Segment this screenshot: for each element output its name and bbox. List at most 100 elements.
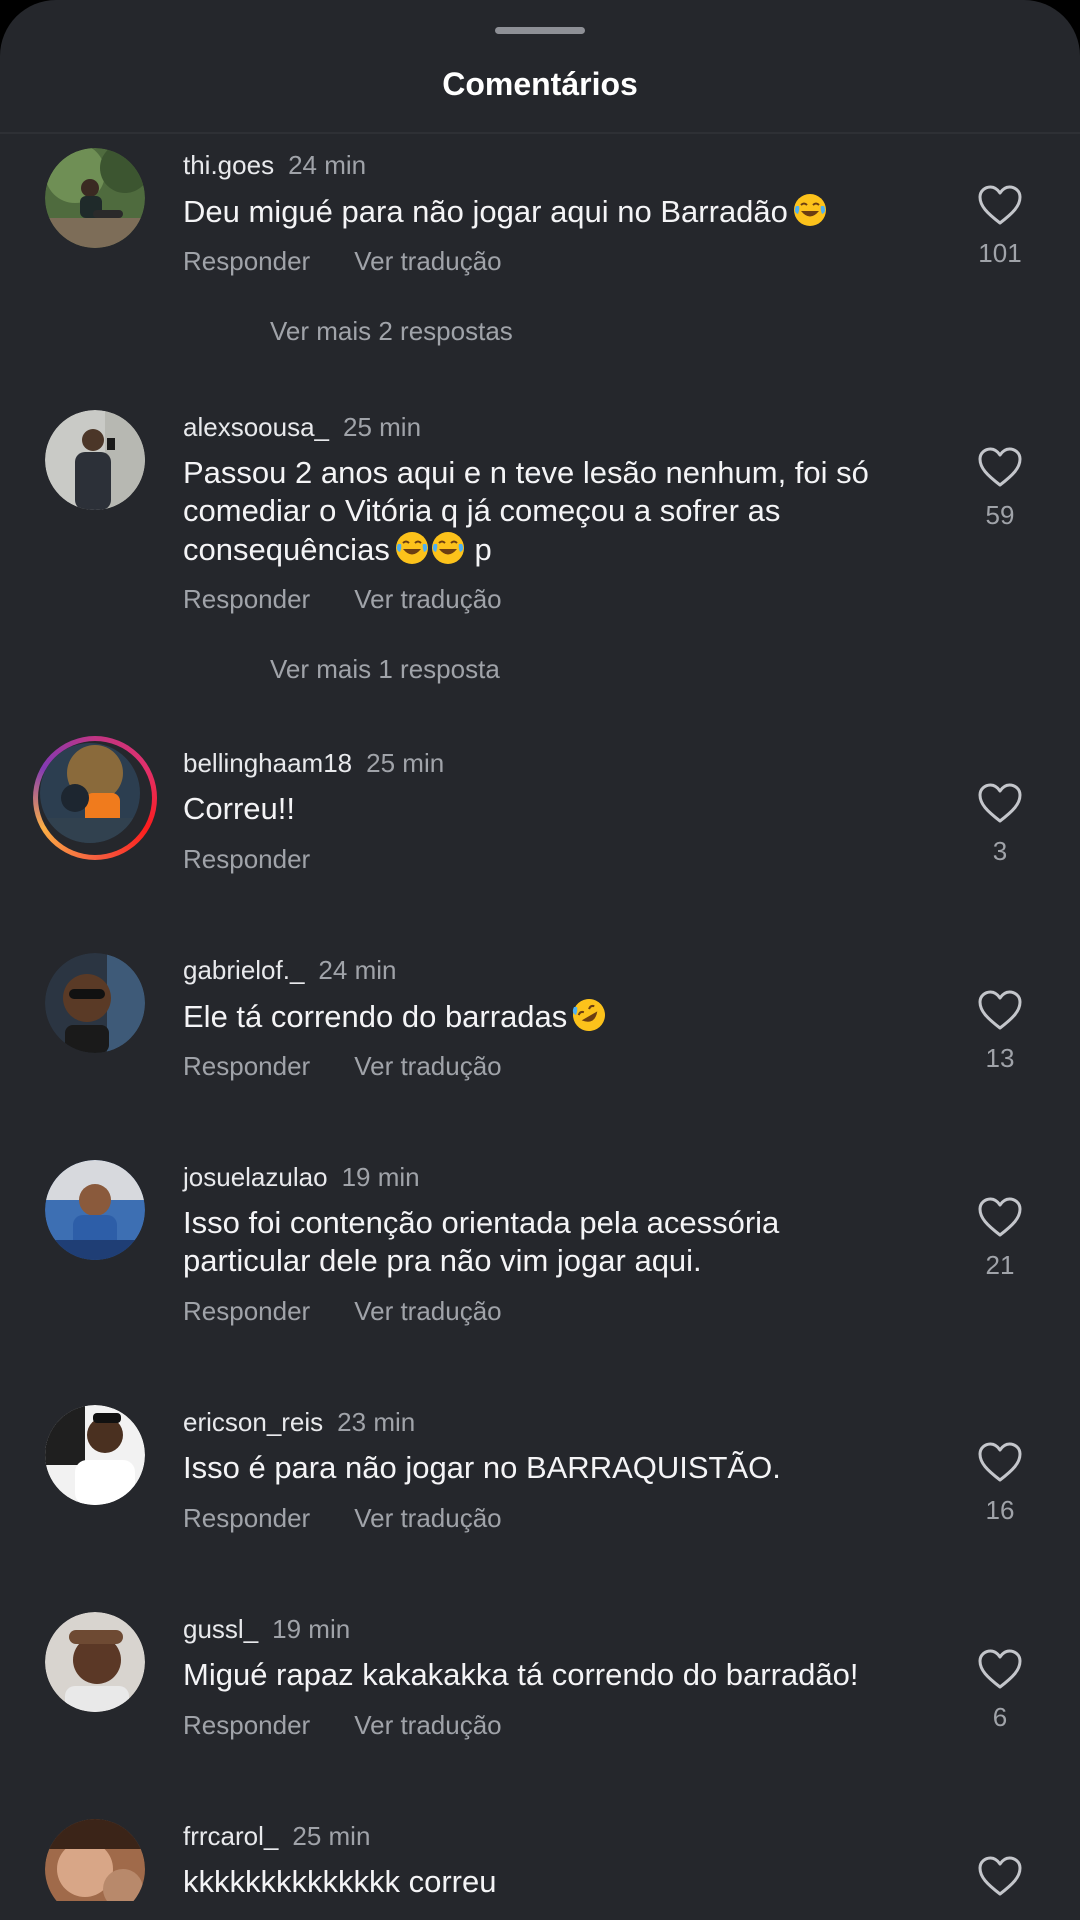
- comment-time: 24 min: [318, 955, 397, 985]
- comment-text: Migué rapaz kakakakka tá correndo do bar…: [183, 1656, 923, 1694]
- comment-time: 24 min: [288, 150, 367, 180]
- heart-icon: [978, 1856, 1022, 1896]
- like-count: 6: [992, 1702, 1008, 1732]
- heart-icon: [978, 447, 1022, 487]
- laughing-tears-emoji: [792, 192, 828, 237]
- comment-text: Isso foi contenção orientada pela acessó…: [183, 1204, 883, 1280]
- view-more-replies-button[interactable]: Ver mais 2 respostas: [270, 314, 513, 348]
- avatar[interactable]: [45, 1819, 145, 1901]
- comment-body: Migué rapaz kakakakka tá correndo do bar…: [183, 1657, 859, 1692]
- view-more-replies-button[interactable]: Ver mais 1 resposta: [270, 652, 500, 686]
- avatar-image: [45, 1160, 145, 1260]
- comment-body: Isso é para não jogar no BARRAQUISTÃO.: [183, 1450, 781, 1485]
- comment-text: Deu migué para não jogar aqui no Barradã…: [183, 192, 883, 237]
- comment-meta: josuelazulao 19 min: [183, 1160, 420, 1194]
- comment-time: 19 min: [272, 1614, 351, 1644]
- username[interactable]: gabrielof._: [183, 955, 304, 985]
- translate-button[interactable]: Ver tradução: [354, 1051, 501, 1081]
- username[interactable]: josuelazulao: [183, 1162, 328, 1192]
- heart-icon: [978, 1649, 1022, 1689]
- like-count: 16: [985, 1495, 1015, 1525]
- username[interactable]: ericson_reis: [183, 1407, 323, 1437]
- username[interactable]: frrcarol_: [183, 1821, 278, 1851]
- drag-handle[interactable]: [495, 27, 585, 34]
- header-divider: [0, 132, 1080, 134]
- avatar-image: [40, 743, 140, 843]
- comment-time: 25 min: [366, 748, 445, 778]
- comment-text: Passou 2 anos aqui e n teve lesão nenhum…: [183, 454, 883, 575]
- like-button[interactable]: 101: [975, 184, 1025, 270]
- reply-button[interactable]: Responder: [183, 246, 310, 276]
- rolling-laughing-emoji: [571, 997, 607, 1042]
- comment-meta: gabrielof._ 24 min: [183, 953, 396, 987]
- heart-icon: [978, 783, 1022, 823]
- translate-button[interactable]: Ver tradução: [354, 1710, 501, 1740]
- like-button[interactable]: 16: [975, 1441, 1025, 1527]
- avatar-image: [45, 953, 145, 1053]
- heart-icon: [978, 990, 1022, 1030]
- comment-time: 25 min: [343, 412, 422, 442]
- heart-icon: [978, 1197, 1022, 1237]
- avatar[interactable]: [45, 953, 145, 1053]
- comment-actions: Responder Ver tradução: [183, 244, 502, 278]
- reply-button[interactable]: Responder: [183, 844, 310, 874]
- avatar[interactable]: [45, 148, 145, 248]
- like-button[interactable]: [975, 1855, 1025, 1897]
- avatar[interactable]: [45, 1160, 145, 1260]
- like-button[interactable]: 3: [975, 782, 1025, 868]
- like-button[interactable]: 6: [975, 1648, 1025, 1734]
- avatar-image: [45, 410, 145, 510]
- reply-button[interactable]: Responder: [183, 1051, 310, 1081]
- like-count: 3: [992, 836, 1008, 866]
- comment-text: kkkkkkkkkkkkkk correu: [183, 1863, 883, 1901]
- like-count: 59: [985, 500, 1015, 530]
- like-count: 13: [985, 1043, 1015, 1073]
- translate-button[interactable]: Ver tradução: [354, 584, 501, 614]
- translate-button[interactable]: Ver tradução: [354, 246, 501, 276]
- comment-text: Isso é para não jogar no BARRAQUISTÃO.: [183, 1449, 883, 1487]
- laughing-tears-emoji: [430, 530, 466, 575]
- reply-button[interactable]: Responder: [183, 584, 310, 614]
- comment-body: Isso foi contenção orientada pela acessó…: [183, 1205, 780, 1278]
- avatar[interactable]: [45, 410, 145, 510]
- comment-actions: Responder Ver tradução: [183, 1501, 502, 1535]
- comment-body: Deu migué para não jogar aqui no Barradã…: [183, 194, 788, 229]
- like-count: 101: [978, 238, 1022, 268]
- username[interactable]: gussl_: [183, 1614, 258, 1644]
- avatar[interactable]: [45, 1612, 145, 1712]
- comment-body: Correu!!: [183, 791, 295, 826]
- reply-button[interactable]: Responder: [183, 1296, 310, 1326]
- reply-button[interactable]: Responder: [183, 1710, 310, 1740]
- like-button[interactable]: 21: [975, 1196, 1025, 1282]
- username[interactable]: thi.goes: [183, 150, 274, 180]
- heart-icon: [978, 185, 1022, 225]
- comments-sheet: Comentários thi.goes 24 min Deu migué par…: [0, 0, 1080, 1920]
- comment-meta: gussl_ 19 min: [183, 1612, 350, 1646]
- comment-body: Passou 2 anos aqui e n teve lesão nenhum…: [183, 455, 869, 567]
- avatar-image: [45, 1612, 145, 1712]
- comment-body: Ele tá correndo do barradas: [183, 999, 568, 1034]
- comment-suffix: p: [474, 532, 492, 567]
- comment-actions: Responder Ver tradução: [183, 1294, 502, 1328]
- like-button[interactable]: 59: [975, 446, 1025, 532]
- username[interactable]: alexsoousa_: [183, 412, 329, 442]
- comment-time: 23 min: [337, 1407, 416, 1437]
- avatar-story-ring[interactable]: [33, 736, 157, 860]
- translate-button[interactable]: Ver tradução: [354, 1503, 501, 1533]
- comment-meta: bellinghaam18 25 min: [183, 746, 444, 780]
- reply-button[interactable]: Responder: [183, 1503, 310, 1533]
- avatar[interactable]: [45, 1405, 145, 1505]
- translate-button[interactable]: Ver tradução: [354, 1296, 501, 1326]
- heart-icon: [978, 1442, 1022, 1482]
- comment-actions: Responder Ver tradução: [183, 1049, 502, 1083]
- username[interactable]: bellinghaam18: [183, 748, 352, 778]
- comment-meta: alexsoousa_ 25 min: [183, 410, 421, 444]
- page-title: Comentários: [442, 66, 638, 102]
- comment-time: 25 min: [292, 1821, 371, 1851]
- laughing-tears-emoji: [394, 530, 430, 575]
- like-button[interactable]: 13: [975, 989, 1025, 1075]
- comment-text: Ele tá correndo do barradas: [183, 997, 883, 1042]
- comment-actions: Responder: [183, 842, 310, 876]
- avatar-image: [45, 148, 145, 248]
- comment-meta: frrcarol_ 25 min: [183, 1819, 370, 1853]
